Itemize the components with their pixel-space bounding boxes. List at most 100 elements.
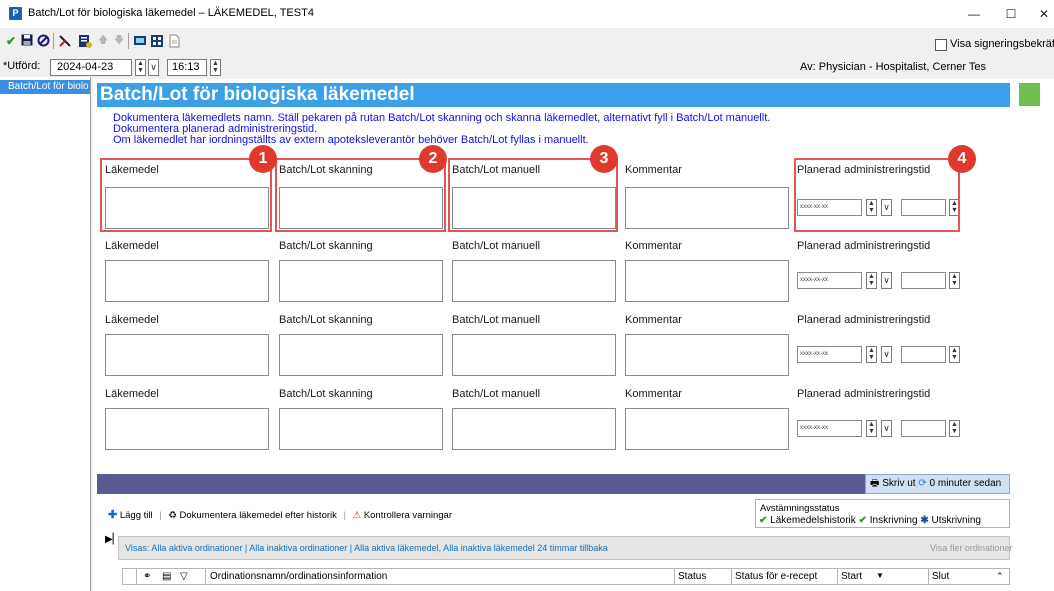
drug-input-4[interactable] [105, 408, 269, 450]
sort-desc-icon[interactable]: ▼ [876, 571, 884, 580]
highlight-drug [100, 158, 272, 232]
column-erecept[interactable]: Status för e-recept [735, 571, 817, 582]
print-button[interactable]: Skriv ut [882, 478, 915, 489]
more-orders-link: Visa fler ordinationer [930, 543, 1013, 553]
planned-time-spinner-2[interactable]: ▲ ▼ [949, 272, 960, 289]
comment-input-1[interactable] [625, 187, 789, 229]
scroll-up-icon[interactable]: ⌃ [996, 571, 1004, 582]
planned-label: Planerad administreringstid [797, 240, 931, 252]
note-icon[interactable]: ▤ [162, 571, 171, 582]
printer-icon[interactable]: 🖶 [870, 478, 879, 489]
planned-date-dropdown-3[interactable]: ∨ [881, 346, 892, 363]
column-end[interactable]: Slut [932, 571, 949, 582]
scan-input-3[interactable] [279, 334, 443, 376]
signing-checkbox[interactable] [935, 39, 947, 51]
scan-label: Batch/Lot skanning [279, 314, 373, 326]
badge-2: 2 [419, 145, 447, 173]
time-spinner[interactable]: ▲ ▼ [210, 59, 221, 76]
planned-date-spinner-4[interactable]: ▲ ▼ [866, 420, 877, 437]
planned-time-input-3[interactable] [901, 346, 946, 363]
author-text: Av: Physician - Hospitalist, Cerner Tes [800, 61, 987, 73]
down-arrow-icon[interactable]: 🡇 [112, 34, 126, 48]
maximize-button[interactable]: ☐ [997, 4, 1025, 24]
comment-input-3[interactable] [625, 334, 789, 376]
filter-bar[interactable]: Visas: Alla aktiva ordinationer | Alla i… [118, 536, 1010, 560]
minimize-button[interactable]: — [960, 4, 988, 24]
link-icon[interactable]: ⚭ [143, 571, 151, 582]
manual-input-3[interactable] [452, 334, 616, 376]
status-indicator [1019, 83, 1040, 106]
scan-input-4[interactable] [279, 408, 443, 450]
planned-time-input-2[interactable] [901, 272, 946, 289]
column-divider [205, 568, 206, 585]
refresh-time[interactable]: 0 minuter sedan [930, 478, 1002, 489]
monitor-icon[interactable] [133, 34, 147, 48]
column-divider [731, 568, 732, 585]
column-divider [928, 568, 929, 585]
manual-label: Batch/Lot manuell [452, 388, 541, 400]
recon-history-link[interactable]: Läkemedelshistorik [770, 515, 856, 526]
toolbar-divider [128, 33, 129, 49]
badge-3: 3 [590, 145, 618, 173]
manual-input-2[interactable] [452, 260, 616, 302]
drug-label: Läkemedel [105, 388, 159, 400]
action-divider: | [159, 510, 162, 521]
history-icon[interactable]: ♻ [168, 510, 177, 521]
check-warnings-button[interactable]: Kontrollera varningar [364, 510, 452, 521]
highlight-planned [794, 158, 960, 232]
planned-time-input-4[interactable] [901, 420, 946, 437]
filter-icon[interactable]: ▽ [180, 571, 188, 582]
planned-label: Planerad administreringstid [797, 314, 931, 326]
planned-time-spinner-3[interactable]: ▲ ▼ [949, 346, 960, 363]
document-icon[interactable] [78, 34, 92, 48]
drug-input-2[interactable] [105, 260, 269, 302]
planned-date-input-3[interactable]: xxxx-xx-xx [797, 346, 862, 363]
column-start[interactable]: Start [841, 571, 862, 582]
close-button[interactable]: ✕ [1030, 4, 1054, 24]
performed-time-input[interactable]: 16:13 [167, 59, 207, 76]
column-status[interactable]: Status [678, 571, 706, 582]
column-divider [136, 568, 137, 585]
highlight-scan [275, 158, 446, 232]
date-dropdown[interactable]: ∨ [148, 59, 159, 76]
tools-icon[interactable] [58, 34, 72, 48]
performed-date-input[interactable]: 2024-04-23 [50, 59, 132, 76]
comment-label: Kommentar [625, 388, 682, 400]
planned-date-dropdown-2[interactable]: ∨ [881, 272, 892, 289]
planned-time-spinner-4[interactable]: ▲ ▼ [949, 420, 960, 437]
drug-input-3[interactable] [105, 334, 269, 376]
recon-discharge-link[interactable]: Utskrivning [932, 515, 981, 526]
cancel-icon[interactable] [36, 34, 50, 48]
manual-input-4[interactable] [452, 408, 616, 450]
check-warnings-icon[interactable]: ⚠ [353, 510, 362, 521]
sidebar-item-batch-lot[interactable]: Batch/Lot för biolo [0, 80, 90, 94]
comment-input-4[interactable] [625, 408, 789, 450]
toolbar-divider [53, 33, 54, 49]
performed-label: *Utförd: [3, 60, 41, 72]
badge-4: 4 [948, 145, 976, 173]
plus-icon[interactable]: ✚ [108, 509, 117, 521]
app-icon: P [9, 7, 22, 20]
page-icon[interactable] [167, 34, 181, 48]
planned-date-spinner-2[interactable]: ▲ ▼ [866, 272, 877, 289]
up-arrow-icon[interactable]: 🡅 [96, 34, 110, 48]
planned-date-dropdown-4[interactable]: ∨ [881, 420, 892, 437]
checkmark-icon[interactable]: ✔ [4, 34, 18, 48]
scan-input-2[interactable] [279, 260, 443, 302]
save-icon[interactable] [20, 34, 34, 48]
reconciliation-title: Avstämningsstatus [760, 503, 840, 514]
print-refresh-bar: 🖶 Skriv ut ⟳ 0 minuter sedan [865, 474, 1010, 494]
recon-admission-link[interactable]: Inskrivning [870, 515, 918, 526]
column-order[interactable]: Ordinationsnamn/ordinationsinformation [210, 571, 387, 582]
planned-date-spinner-3[interactable]: ▲ ▼ [866, 346, 877, 363]
calculator-icon[interactable] [150, 34, 164, 48]
refresh-icon[interactable]: ⟳ [918, 478, 926, 489]
history-button[interactable]: Dokumentera läkemedel efter historik [180, 510, 337, 521]
manual-label: Batch/Lot manuell [452, 240, 541, 252]
planned-date-input-4[interactable]: xxxx-xx-xx [797, 420, 862, 437]
comment-input-2[interactable] [625, 260, 789, 302]
add-button[interactable]: Lägg till [120, 510, 153, 521]
planned-date-input-2[interactable]: xxxx-xx-xx [797, 272, 862, 289]
date-spinner[interactable]: ▲ ▼ [135, 59, 146, 76]
drug-label: Läkemedel [105, 240, 159, 252]
